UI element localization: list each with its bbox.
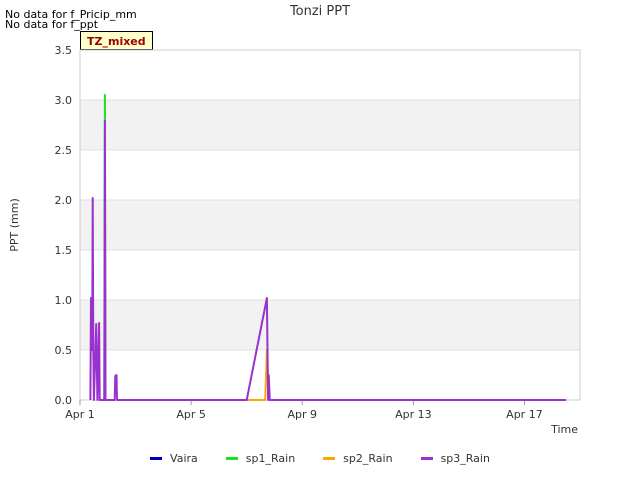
y-tick-label: 3.0 — [55, 94, 73, 107]
series-line-sp3-rain — [89, 120, 567, 401]
y-tick-label: 2.5 — [55, 144, 73, 157]
background-bands — [80, 100, 580, 350]
x-tick-label: Apr 17 — [506, 408, 543, 421]
series-line-sp2-rain — [246, 349, 270, 401]
y-tick-label: 2.0 — [55, 194, 73, 207]
chart-svg: 0.0 0.5 1.0 1.5 2.0 2.5 3.0 3.5 Apr 1 Apr 5 Apr 9… — [8, 44, 581, 436]
y-tick-label: 1.5 — [55, 244, 73, 257]
x-tick-label: Apr 5 — [176, 408, 206, 421]
background-band — [80, 300, 580, 350]
legend-label-sp1: sp1_Rain — [245, 452, 296, 465]
y-tick-label: 0.5 — [55, 344, 73, 357]
legend-swatch-sp3 — [420, 457, 433, 460]
legend: Vaira sp1_Rain sp2_Rain sp3_Rain — [0, 452, 640, 465]
legend-item-sp1: sp1_Rain — [225, 452, 296, 465]
y-axis-title: PPT (mm) — [8, 198, 21, 252]
y-tick-label: 0.0 — [55, 394, 73, 407]
legend-swatch-sp2 — [323, 457, 336, 460]
legend-item-sp3: sp3_Rain — [420, 452, 490, 465]
legend-swatch-sp1 — [225, 457, 238, 460]
x-axis-ticks: Apr 1 Apr 5 Apr 9 Apr 13 Apr 17 — [65, 400, 543, 421]
legend-item-sp2: sp2_Rain — [323, 452, 393, 465]
background-band — [80, 200, 580, 250]
legend-item-vaira: Vaira — [150, 452, 198, 465]
legend-label-sp3: sp3_Rain — [440, 452, 490, 465]
legend-label-vaira: Vaira — [170, 452, 198, 465]
x-tick-label: Apr 1 — [65, 408, 95, 421]
x-axis-title: Time — [550, 423, 578, 436]
legend-label-sp2: sp2_Rain — [343, 452, 393, 465]
y-tick-label: 1.0 — [55, 294, 73, 307]
background-band — [80, 100, 580, 150]
y-axis-ticks: 0.0 0.5 1.0 1.5 2.0 2.5 3.0 3.5 — [55, 44, 73, 407]
legend-swatch-vaira — [150, 457, 163, 460]
y-tick-label: 3.5 — [55, 44, 73, 57]
x-tick-label: Apr 9 — [287, 408, 317, 421]
x-tick-label: Apr 13 — [395, 408, 432, 421]
